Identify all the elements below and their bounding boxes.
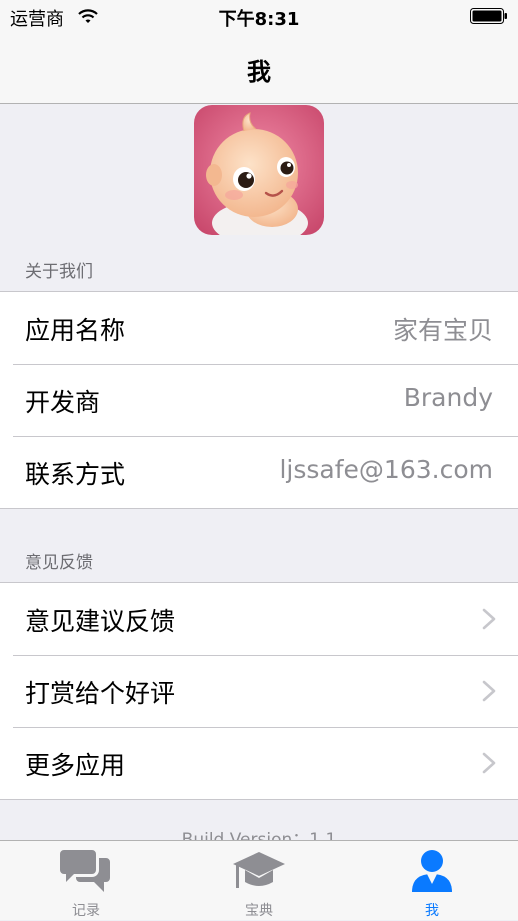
status-bar: 运营商 下午8:31 — [0, 0, 518, 34]
row-value: Brandy — [403, 383, 493, 412]
row-label: 打赏给个好评 — [25, 679, 176, 708]
settings-content[interactable]: 关于我们 应用名称 家有宝贝 开发商 Brandy 联系方式 ljssafe@1… — [0, 104, 518, 850]
tab-bar: 记录 宝典 我 — [0, 840, 518, 920]
row-label: 更多应用 — [25, 751, 126, 780]
row-label: 开发商 — [25, 388, 101, 417]
baby-face-icon — [194, 105, 324, 235]
row-feedback[interactable]: 意见建议反馈 — [0, 583, 518, 655]
row-more-apps[interactable]: 更多应用 — [0, 727, 518, 799]
row-label: 应用名称 — [25, 316, 126, 345]
section-header-feedback: 意见反馈 — [25, 553, 93, 573]
tab-records[interactable]: 记录 — [0, 841, 172, 921]
row-developer: 开发商 Brandy — [0, 364, 518, 436]
row-app-name: 应用名称 家有宝贝 — [0, 292, 518, 364]
tab-label: 宝典 — [245, 903, 273, 919]
chevron-right-icon — [482, 680, 496, 702]
row-value: 家有宝贝 — [392, 316, 493, 345]
row-label: 意见建议反馈 — [25, 607, 176, 636]
app-icon — [194, 105, 324, 235]
chevron-right-icon — [482, 608, 496, 630]
feedback-group: 意见建议反馈 打赏给个好评 更多应用 — [0, 582, 518, 800]
graduation-cap-icon — [233, 852, 285, 888]
tab-label: 我 — [425, 903, 439, 919]
row-rate-app[interactable]: 打赏给个好评 — [0, 655, 518, 727]
page-title: 我 — [247, 58, 271, 86]
section-header-about: 关于我们 — [25, 262, 93, 282]
row-label: 联系方式 — [25, 460, 126, 489]
tab-guide[interactable]: 宝典 — [173, 841, 345, 921]
navigation-bar: 我 — [0, 34, 518, 104]
person-icon — [412, 850, 452, 892]
tab-label: 记录 — [72, 903, 100, 919]
about-group: 应用名称 家有宝贝 开发商 Brandy 联系方式 ljssafe@163.co… — [0, 291, 518, 509]
status-time: 下午8:31 — [218, 9, 300, 30]
chat-bubbles-icon — [60, 850, 110, 892]
tab-me[interactable]: 我 — [346, 841, 518, 921]
chevron-right-icon — [482, 752, 496, 774]
row-contact: 联系方式 ljssafe@163.com — [0, 436, 518, 508]
row-value: ljssafe@163.com — [279, 455, 493, 484]
battery-icon — [470, 8, 507, 24]
